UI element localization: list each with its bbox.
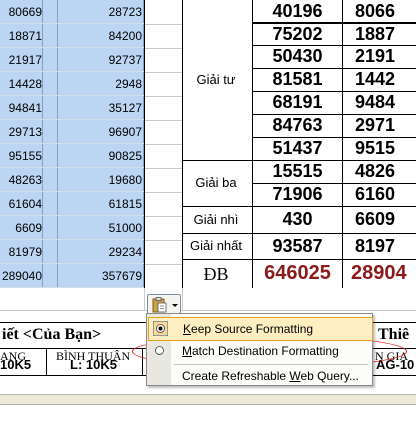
cell-value[interactable]: 28723 xyxy=(58,0,142,24)
prize-number-db: 646025 xyxy=(264,262,331,284)
cell-value[interactable]: 29713 xyxy=(0,120,42,144)
cell-value[interactable]: 90825 xyxy=(58,144,142,168)
selected-range[interactable]: 80669 28723 18871 84200 21917 92737 14428 2948 9… xyxy=(0,0,144,288)
grid-line xyxy=(145,72,183,73)
table-row[interactable]: 81979 29234 xyxy=(0,240,144,264)
prize-number: 6609 xyxy=(355,209,396,229)
table-divider xyxy=(46,348,47,376)
prize-number: 2191 xyxy=(355,46,396,66)
table-row[interactable]: 18871 84200 xyxy=(0,24,144,48)
grid-line xyxy=(144,288,145,310)
cell-value[interactable]: 80669 xyxy=(0,0,42,24)
grid-line xyxy=(182,288,183,310)
table-row[interactable]: 61604 61815 xyxy=(0,192,144,216)
cell-value[interactable]: 289040 xyxy=(0,264,42,288)
grid-line xyxy=(145,144,183,145)
cell-value[interactable]: 35127 xyxy=(58,96,142,120)
menu-item-label: Match Destination Formatting xyxy=(182,344,339,358)
prize-number: 68191 xyxy=(272,92,323,112)
table-row[interactable]: 21917 92737 xyxy=(0,48,144,72)
grid-line xyxy=(145,48,183,49)
cell-value[interactable]: 51000 xyxy=(58,216,142,240)
grid-line xyxy=(145,168,183,169)
prize-number: 1442 xyxy=(355,69,396,89)
prize-number: 430 xyxy=(282,209,313,229)
cell-value[interactable]: 96907 xyxy=(58,120,142,144)
prize-number: 8197 xyxy=(355,236,396,256)
prize-number: 6160 xyxy=(355,184,396,204)
prize-number: 75202 xyxy=(272,24,323,44)
prize-label: Giải ba xyxy=(195,175,237,190)
table-row[interactable]: 14428 2948 xyxy=(0,72,144,96)
prize-number: 40196 xyxy=(272,1,323,21)
table-line xyxy=(183,259,253,260)
prize-number: 84763 xyxy=(272,115,323,135)
empty-column[interactable] xyxy=(144,0,183,288)
cell-value[interactable]: 2948 xyxy=(58,72,142,96)
grid-line xyxy=(145,24,183,25)
paste-options-button[interactable] xyxy=(147,294,181,314)
cell-value[interactable]: 95155 xyxy=(0,144,42,168)
prize-number: 9484 xyxy=(355,92,396,112)
chevron-down-icon xyxy=(172,304,178,307)
cell-value[interactable]: 357679 xyxy=(58,264,142,288)
cell-value[interactable]: 48263 xyxy=(0,168,42,192)
prize-label: Giải tư xyxy=(196,72,236,87)
menu-item-keep-source-formatting[interactable]: Keep Source Formatting xyxy=(148,317,373,341)
prize-number: 2971 xyxy=(355,115,396,135)
cell-value[interactable]: 61815 xyxy=(58,192,142,216)
grid-line xyxy=(145,96,183,97)
grid-line xyxy=(145,120,183,121)
table-row[interactable]: 94841 35127 xyxy=(0,96,144,120)
prize-number-db: 28904 xyxy=(351,262,407,284)
grid-line xyxy=(0,310,416,311)
menu-item-create-refreshable-web-query[interactable]: Create Refreshable Web Query... xyxy=(148,365,371,387)
table-row[interactable]: 80669 28723 xyxy=(0,0,144,24)
prize-number: 93587 xyxy=(272,236,323,256)
prize-label: Giải nhất xyxy=(189,238,243,253)
cell-value[interactable]: 21917 xyxy=(0,48,42,72)
menu-item-label: Keep Source Formatting xyxy=(183,322,314,336)
menu-item-label: Create Refreshable Web Query... xyxy=(182,369,359,383)
prize-number: 81581 xyxy=(272,69,323,89)
menu-item-match-destination-formatting[interactable]: Match Destination Formatting xyxy=(148,340,371,362)
table-row[interactable]: 48263 19680 xyxy=(0,168,144,192)
grid-line xyxy=(145,216,183,217)
divider xyxy=(0,404,416,405)
prize-number: 4826 xyxy=(355,161,396,181)
cell-value[interactable]: 6609 xyxy=(0,216,42,240)
cell-value[interactable]: 14428 xyxy=(0,72,42,96)
prize-number: 50430 xyxy=(272,46,323,66)
paste-options-menu: Keep Source Formatting Match Destination… xyxy=(146,313,373,386)
section-title-left: iết <Của Bạn> xyxy=(2,326,102,343)
prize-number: 8066 xyxy=(355,1,396,21)
table-row[interactable]: 6609 51000 xyxy=(0,216,144,240)
grid-line xyxy=(145,192,183,193)
cell-value[interactable]: 84200 xyxy=(58,24,142,48)
cell-value[interactable]: 61604 xyxy=(0,192,42,216)
prize-label-db: ĐB xyxy=(203,264,229,284)
prize-number: 9515 xyxy=(355,138,396,158)
grid-line xyxy=(145,240,183,241)
cell-value[interactable]: 92737 xyxy=(58,48,142,72)
cell-value: L: 10K5 xyxy=(70,357,117,372)
prize-label: Giải nhì xyxy=(193,212,239,227)
prize-number: 1887 xyxy=(355,24,396,44)
cell-value[interactable]: 18871 xyxy=(0,24,42,48)
cell-value[interactable]: 94841 xyxy=(0,96,42,120)
prize-number: 15515 xyxy=(272,161,323,181)
radio-selected-icon xyxy=(152,320,169,337)
cell-value: 10K5 xyxy=(0,357,32,372)
lottery-results-table: 40196 8066 75202 1887 50430 2191 81581 1442 6819… xyxy=(182,0,416,288)
cell-value[interactable]: 19680 xyxy=(58,168,142,192)
prize-number: 71906 xyxy=(272,184,323,204)
table-row[interactable]: 95155 90825 xyxy=(0,144,144,168)
radio-unselected-icon xyxy=(152,343,167,358)
cell-value[interactable]: 81979 xyxy=(0,240,42,264)
grid-line xyxy=(145,264,183,265)
cell-value[interactable]: 29234 xyxy=(58,240,142,264)
table-row[interactable]: 289040 357679 xyxy=(0,264,144,288)
table-row[interactable]: 29713 96907 xyxy=(0,120,144,144)
prize-number: 51437 xyxy=(272,138,323,158)
